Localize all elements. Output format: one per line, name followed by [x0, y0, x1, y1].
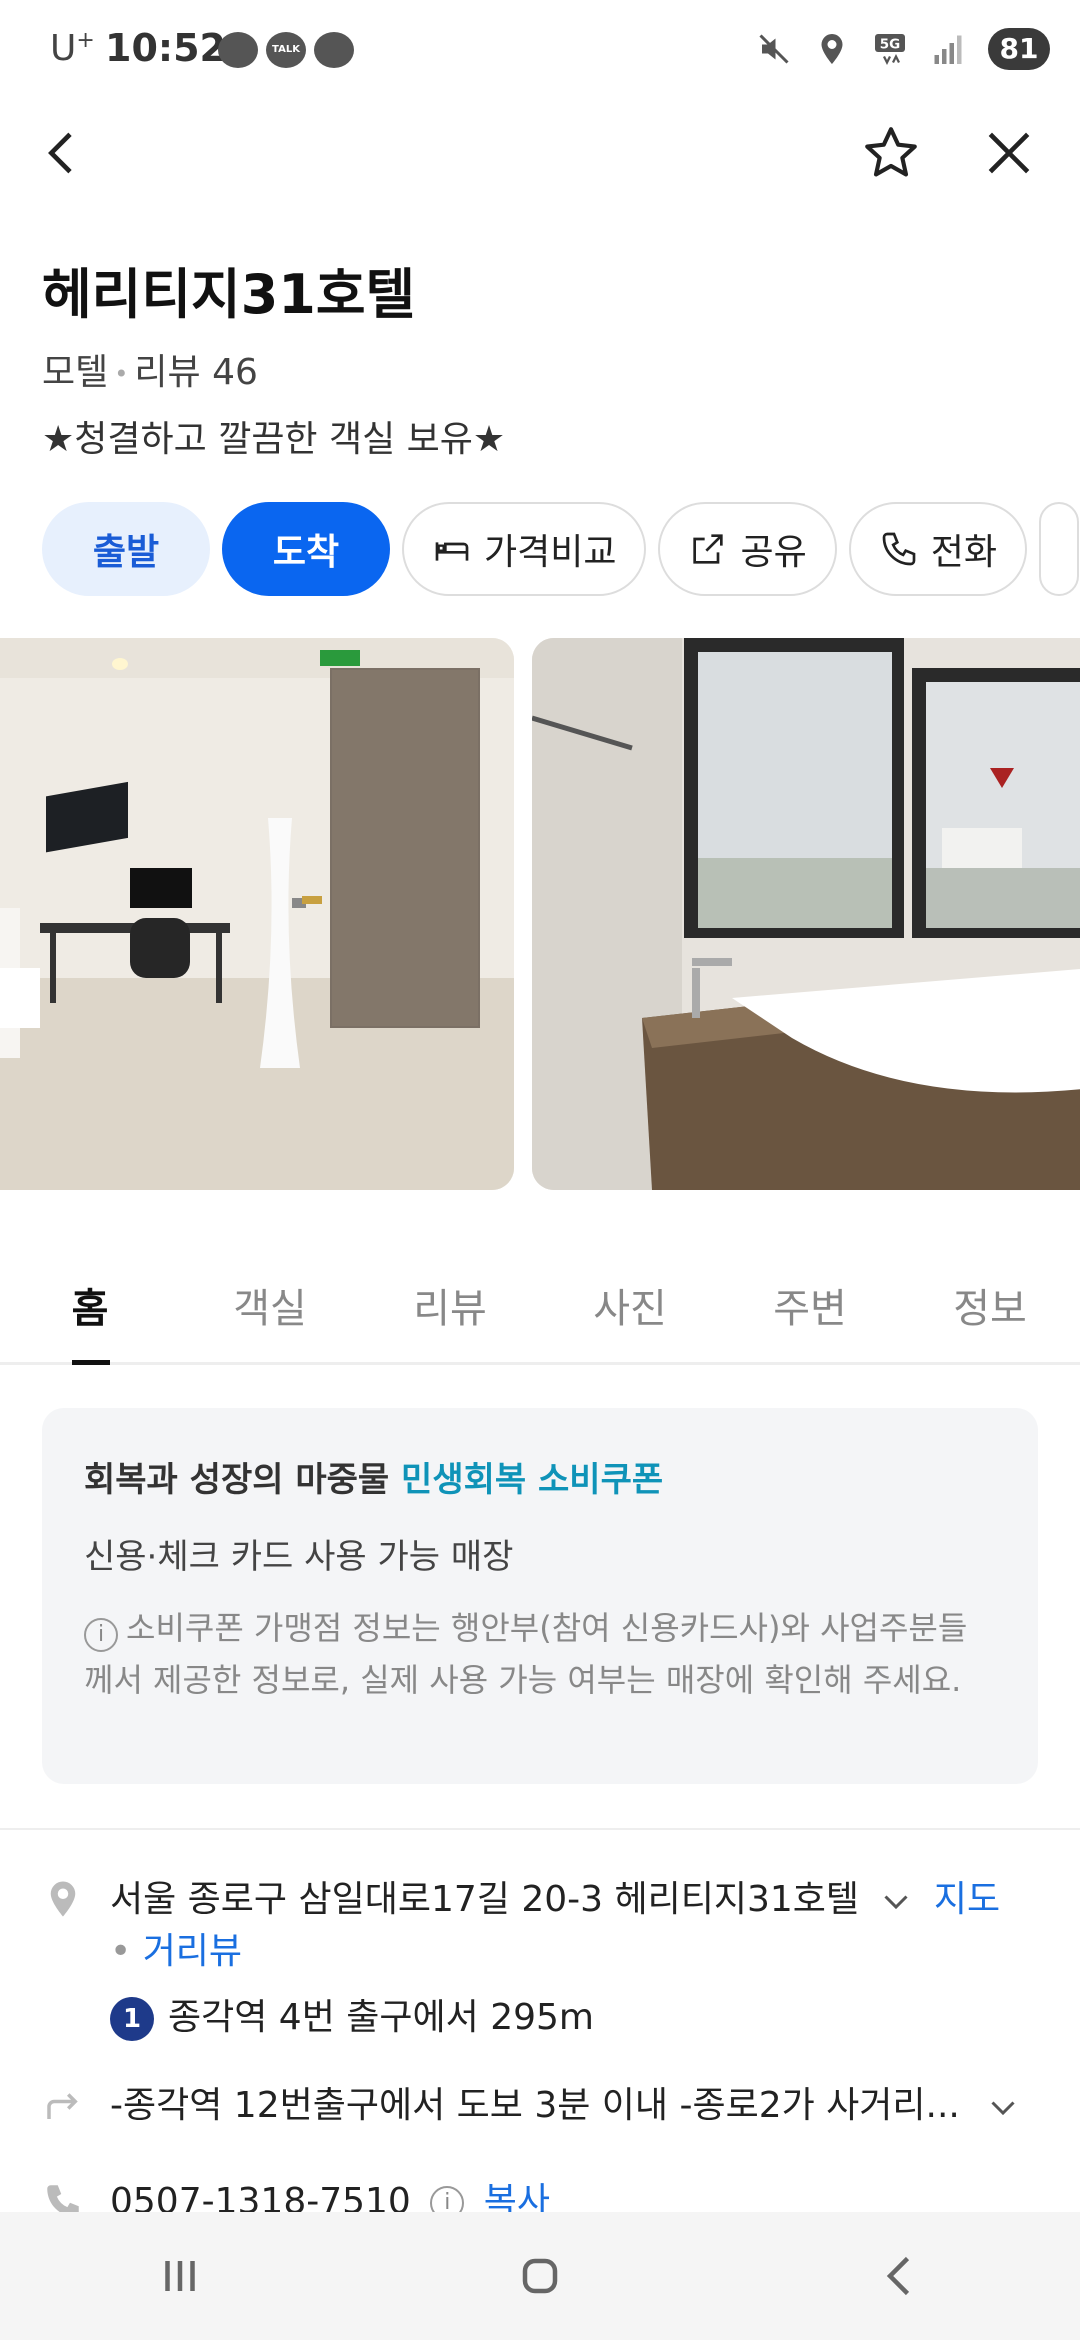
location-pin-icon — [50, 1881, 76, 1917]
chevron-left-icon — [48, 132, 72, 174]
coupon-highlight: 민생회복 소비쿠폰 — [401, 1460, 664, 1500]
coupon-subtitle: 신용·체크 카드 사용 가능 매장 — [84, 1537, 514, 1577]
tab-rooms[interactable]: 객실 — [180, 1240, 360, 1362]
place-meta: 모텔 • 리뷰 46 — [42, 343, 258, 395]
arrive-label: 도착 — [272, 532, 340, 573]
separator-dot: • — [114, 360, 129, 388]
chat-bubble-icon — [218, 32, 258, 68]
back-button[interactable] — [28, 118, 98, 188]
photo-carousel[interactable] — [0, 638, 1080, 1190]
phone-icon — [882, 532, 916, 566]
compare-price-label: 가격비교 — [484, 532, 617, 573]
share-label: 공유 — [740, 532, 807, 573]
close-button[interactable] — [974, 118, 1044, 188]
compare-price-button[interactable]: 가격비교 — [402, 502, 647, 596]
location-icon — [821, 34, 843, 64]
more-action-chip[interactable] — [1038, 502, 1079, 596]
station-distance: 종각역 4번 출구에서 295m — [168, 1997, 594, 2038]
section-divider — [0, 1828, 1080, 1830]
review-count-link[interactable]: 리뷰 46 — [134, 352, 258, 393]
bathroom-photo-image — [532, 638, 1080, 1190]
close-icon — [988, 132, 1030, 174]
mute-icon — [759, 34, 789, 64]
place-title: 헤리티지31호텔 — [42, 263, 416, 326]
map-link[interactable]: 지도 — [934, 1879, 1000, 1920]
talk-notification-icon: TALK — [266, 32, 306, 68]
tab-info[interactable]: 정보 — [900, 1240, 1080, 1362]
place-category: 모텔 — [42, 352, 109, 393]
bathroom-photo[interactable] — [532, 638, 1080, 1190]
directions-row[interactable]: -종각역 12번출구에서 도보 3분 이내 -종로2가 사거리... — [42, 2080, 1042, 2140]
notification-icons: TALK — [218, 32, 354, 68]
nav-back-icon[interactable] — [870, 2246, 930, 2306]
coupon-note: i 소비쿠폰 가맹점 정보는 행안부(참여 신용카드사)와 사업주분들께서 제공한… — [84, 1609, 968, 1699]
info-icon: i — [84, 1618, 118, 1652]
bed-icon — [435, 542, 469, 561]
room-photo[interactable] — [0, 638, 514, 1190]
battery-indicator: 81 — [988, 28, 1050, 70]
call-button[interactable]: 전화 — [848, 502, 1027, 596]
station-info: 1 종각역 4번 출구에서 295m — [110, 1992, 1042, 2044]
arrive-button[interactable]: 도착 — [222, 502, 390, 596]
status-bar: U+ 10:52 TALK 5G 81 — [0, 0, 1080, 100]
depart-button[interactable]: 출발 — [42, 502, 210, 596]
coupon-headline: 회복과 성장의 마중물 민생회복 소비쿠폰 — [84, 1460, 664, 1500]
favorite-button[interactable] — [856, 118, 926, 188]
network-5g-icon: 5G — [875, 34, 905, 66]
signal-icon — [934, 35, 962, 64]
tab-reviews[interactable]: 리뷰 — [360, 1240, 540, 1362]
depart-label: 출발 — [92, 532, 160, 573]
coupon-info-box: 회복과 성장의 마중물 민생회복 소비쿠폰 신용·체크 카드 사용 가능 매장 … — [42, 1408, 1038, 1784]
recent-apps-icon[interactable] — [150, 2246, 210, 2306]
share-icon — [693, 534, 724, 564]
place-description: ★청결하고 깔끔한 객실 보유★ — [42, 419, 506, 460]
directions-icon — [47, 2093, 78, 2119]
carrier-label: U+ — [50, 28, 95, 69]
action-chips: 출발 도착 가격비교 공유 전화 — [42, 502, 1079, 596]
directions-text: -종각역 12번출구에서 도보 3분 이내 -종로2가 사거리... — [110, 2085, 960, 2126]
separator-dot: • — [110, 1931, 143, 1972]
chat-bubble-icon — [314, 32, 354, 68]
status-time: 10:52 — [105, 26, 226, 70]
tab-nearby[interactable]: 주변 — [720, 1240, 900, 1362]
tab-photos[interactable]: 사진 — [540, 1240, 720, 1362]
chevron-down-icon[interactable] — [985, 2089, 1021, 2125]
subway-line-badge: 1 — [110, 1997, 154, 2041]
star-icon — [865, 127, 917, 177]
call-label: 전화 — [930, 532, 997, 573]
system-nav-bar — [0, 2212, 1080, 2340]
street-view-link[interactable]: 거리뷰 — [143, 1931, 242, 1972]
address-text: 서울 종로구 삼일대로17길 20-3 헤리티지31호텔 — [110, 1879, 860, 1920]
section-tabs: 홈 객실 리뷰 사진 주변 정보 — [0, 1240, 1080, 1365]
share-button[interactable]: 공유 — [658, 502, 837, 596]
address-row: 서울 종로구 삼일대로17길 20-3 헤리티지31호텔 지도 • 거리뷰 1종… — [42, 1874, 1042, 2041]
home-icon[interactable] — [510, 2246, 570, 2306]
room-photo-image — [0, 638, 514, 1190]
tab-home[interactable]: 홈 — [0, 1240, 180, 1365]
svg-text:5G: 5G — [880, 36, 900, 52]
chevron-down-icon[interactable] — [878, 1883, 914, 1919]
